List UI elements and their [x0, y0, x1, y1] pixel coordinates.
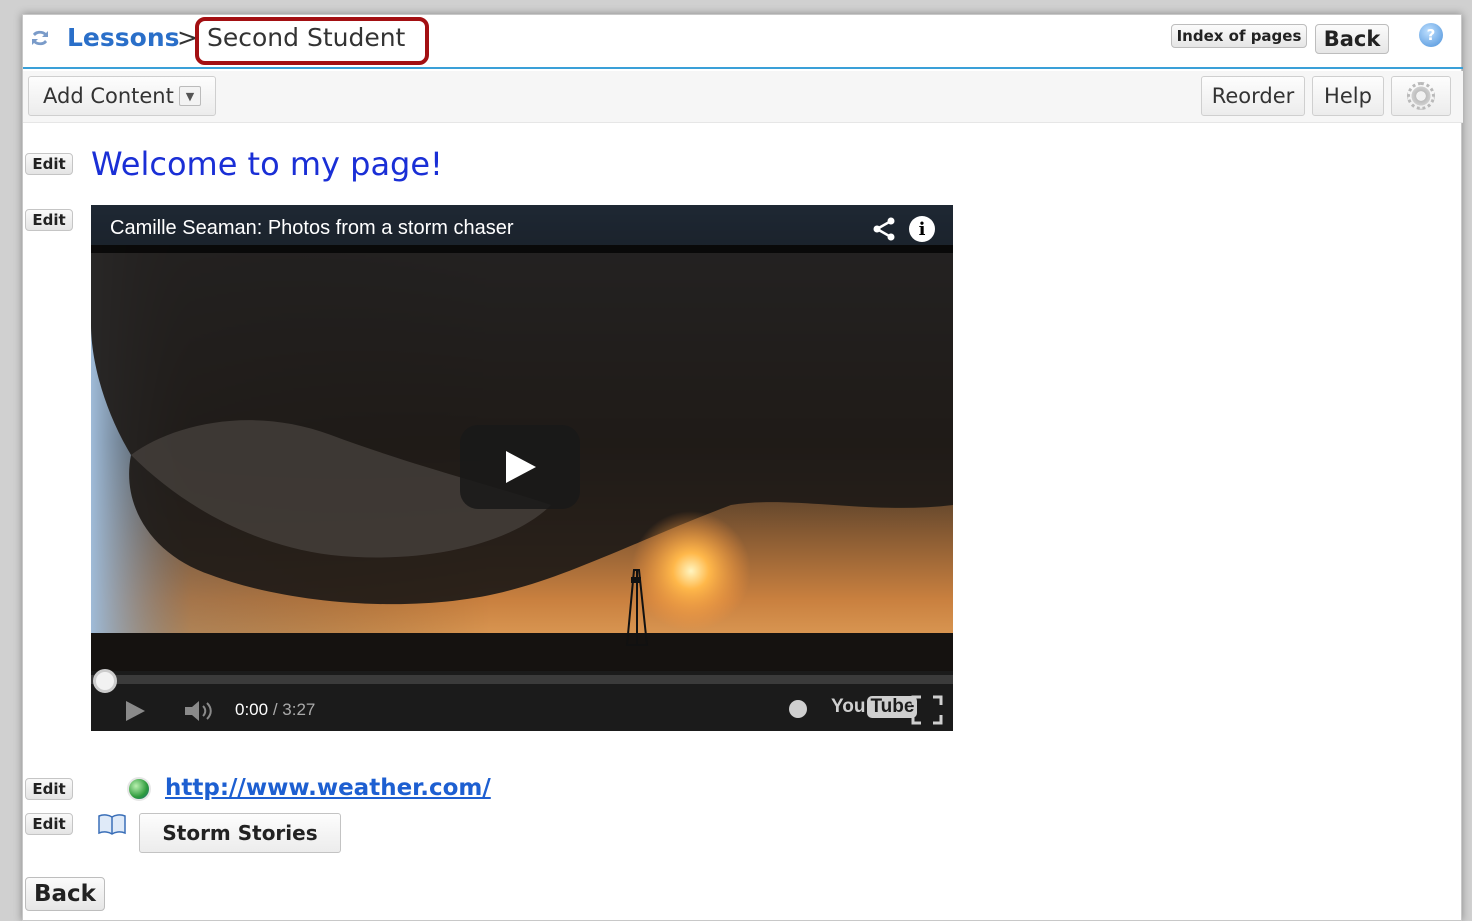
settings-button[interactable]	[1391, 76, 1451, 116]
video-title-bar: Camille Seaman: Photos from a storm chas…	[91, 205, 953, 253]
current-time: 0:00	[235, 700, 269, 719]
back-button-top[interactable]: Back	[1315, 24, 1389, 54]
toolbar: Add Content ▼ Reorder Help	[23, 71, 1463, 123]
help-icon[interactable]: ?	[1419, 23, 1443, 47]
youtube-logo[interactable]: You Tube	[831, 696, 918, 718]
play-icon	[506, 451, 536, 483]
window-frame: Lessons > Second Student Index of pages …	[0, 0, 1472, 921]
play-icon[interactable]	[123, 699, 147, 723]
video-controls: 0:00 / 3:27 You Tube	[91, 669, 953, 731]
video-progress-bar[interactable]	[91, 669, 953, 693]
add-content-label: Add Content	[43, 84, 174, 108]
reorder-button[interactable]: Reorder	[1201, 76, 1305, 116]
duration: 3:27	[282, 700, 316, 719]
edit-heading-button[interactable]: Edit	[25, 153, 73, 175]
scrubber-handle[interactable]	[93, 669, 117, 693]
welcome-heading: Welcome to my page!	[91, 145, 443, 183]
weather-link[interactable]: http://www.weather.com/	[165, 775, 491, 801]
play-button-large[interactable]	[460, 425, 580, 509]
video-time: 0:00 / 3:27	[235, 700, 315, 720]
globe-icon	[127, 777, 151, 801]
highlight-annotation	[195, 17, 429, 65]
youtube-video-player[interactable]: Camille Seaman: Photos from a storm chas…	[91, 205, 953, 731]
back-button-bottom[interactable]: Back	[25, 877, 105, 911]
gear-icon	[1407, 82, 1435, 110]
lessons-icon	[32, 30, 48, 46]
chevron-down-icon: ▼	[179, 86, 201, 106]
fullscreen-icon[interactable]	[911, 695, 943, 725]
edit-video-button[interactable]: Edit	[25, 209, 73, 231]
youtube-logo-you: You	[831, 696, 866, 717]
book-icon	[98, 814, 126, 835]
edit-book-button[interactable]: Edit	[25, 813, 73, 835]
help-button[interactable]: Help	[1312, 76, 1384, 116]
header-bar: Lessons > Second Student Index of pages …	[23, 15, 1463, 69]
edit-link-button[interactable]: Edit	[25, 778, 73, 800]
time-separator: /	[268, 700, 283, 719]
info-icon[interactable]: i	[909, 216, 935, 242]
youtube-logo-tube: Tube	[867, 696, 918, 718]
index-of-pages-button[interactable]: Index of pages	[1171, 24, 1307, 48]
add-content-button[interactable]: Add Content ▼	[28, 76, 216, 116]
storm-stories-button[interactable]: Storm Stories	[139, 813, 341, 853]
lessons-panel: Lessons > Second Student Index of pages …	[22, 14, 1463, 921]
video-title[interactable]: Camille Seaman: Photos from a storm chas…	[110, 217, 514, 240]
breadcrumb-lessons-link[interactable]: Lessons	[67, 23, 180, 52]
volume-icon[interactable]	[183, 699, 217, 723]
watch-later-icon[interactable]	[789, 700, 807, 718]
share-icon[interactable]	[871, 216, 897, 242]
